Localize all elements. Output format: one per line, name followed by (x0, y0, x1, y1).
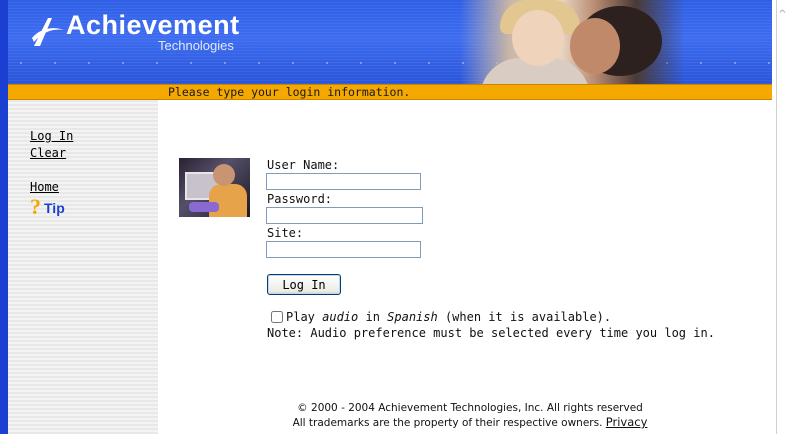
left-frame-border (0, 0, 8, 434)
status-bar: Please type your login information. (8, 84, 772, 100)
tip-label: Tip (44, 200, 65, 216)
password-input[interactable] (266, 207, 423, 224)
sidebar-link-home[interactable]: Home (30, 180, 59, 194)
scroll-up-icon[interactable]: ^ (777, 8, 788, 22)
status-message: Please type your login information. (168, 85, 411, 99)
privacy-link[interactable]: Privacy (606, 415, 648, 429)
audio-option-label: Play audio in Spanish (when it is availa… (286, 310, 611, 324)
sidebar-link-clear[interactable]: Clear (30, 146, 66, 160)
tip-question-icon: ? (30, 194, 41, 219)
audio-spanish-checkbox[interactable] (271, 311, 283, 323)
achievement-logo-icon (32, 18, 64, 46)
copyright-text: © 2000 - 2004 Achievement Technologies, … (297, 402, 643, 414)
password-label: Password: (267, 192, 333, 206)
log-in-button[interactable]: Log In (267, 274, 341, 295)
audio-suffix: (when it is available). (437, 310, 612, 324)
banner-photo (460, 0, 685, 84)
username-label: User Name: (267, 158, 340, 172)
sidebar: Log In Clear Home ? Tip (8, 100, 158, 434)
brand-subtitle: Technologies (158, 38, 234, 53)
site-label: Site: (267, 226, 304, 240)
site-input[interactable] (266, 241, 421, 258)
header-banner: Achievement Technologies (8, 0, 772, 84)
username-input[interactable] (266, 173, 421, 190)
audio-word: audio (322, 310, 359, 324)
audio-language: Spanish (387, 310, 438, 324)
trademark-line: All trademarks are the property of their… (200, 415, 740, 429)
sidebar-link-log-in[interactable]: Log In (30, 129, 73, 143)
audio-prefix: Play (286, 310, 323, 324)
login-photo (179, 158, 250, 217)
trademark-text: All trademarks are the property of their… (292, 417, 603, 429)
window-right-border (776, 0, 777, 434)
brand-title: Achievement (66, 10, 240, 40)
audio-in: in (358, 310, 388, 324)
audio-note: Note: Audio preference must be selected … (267, 326, 715, 340)
